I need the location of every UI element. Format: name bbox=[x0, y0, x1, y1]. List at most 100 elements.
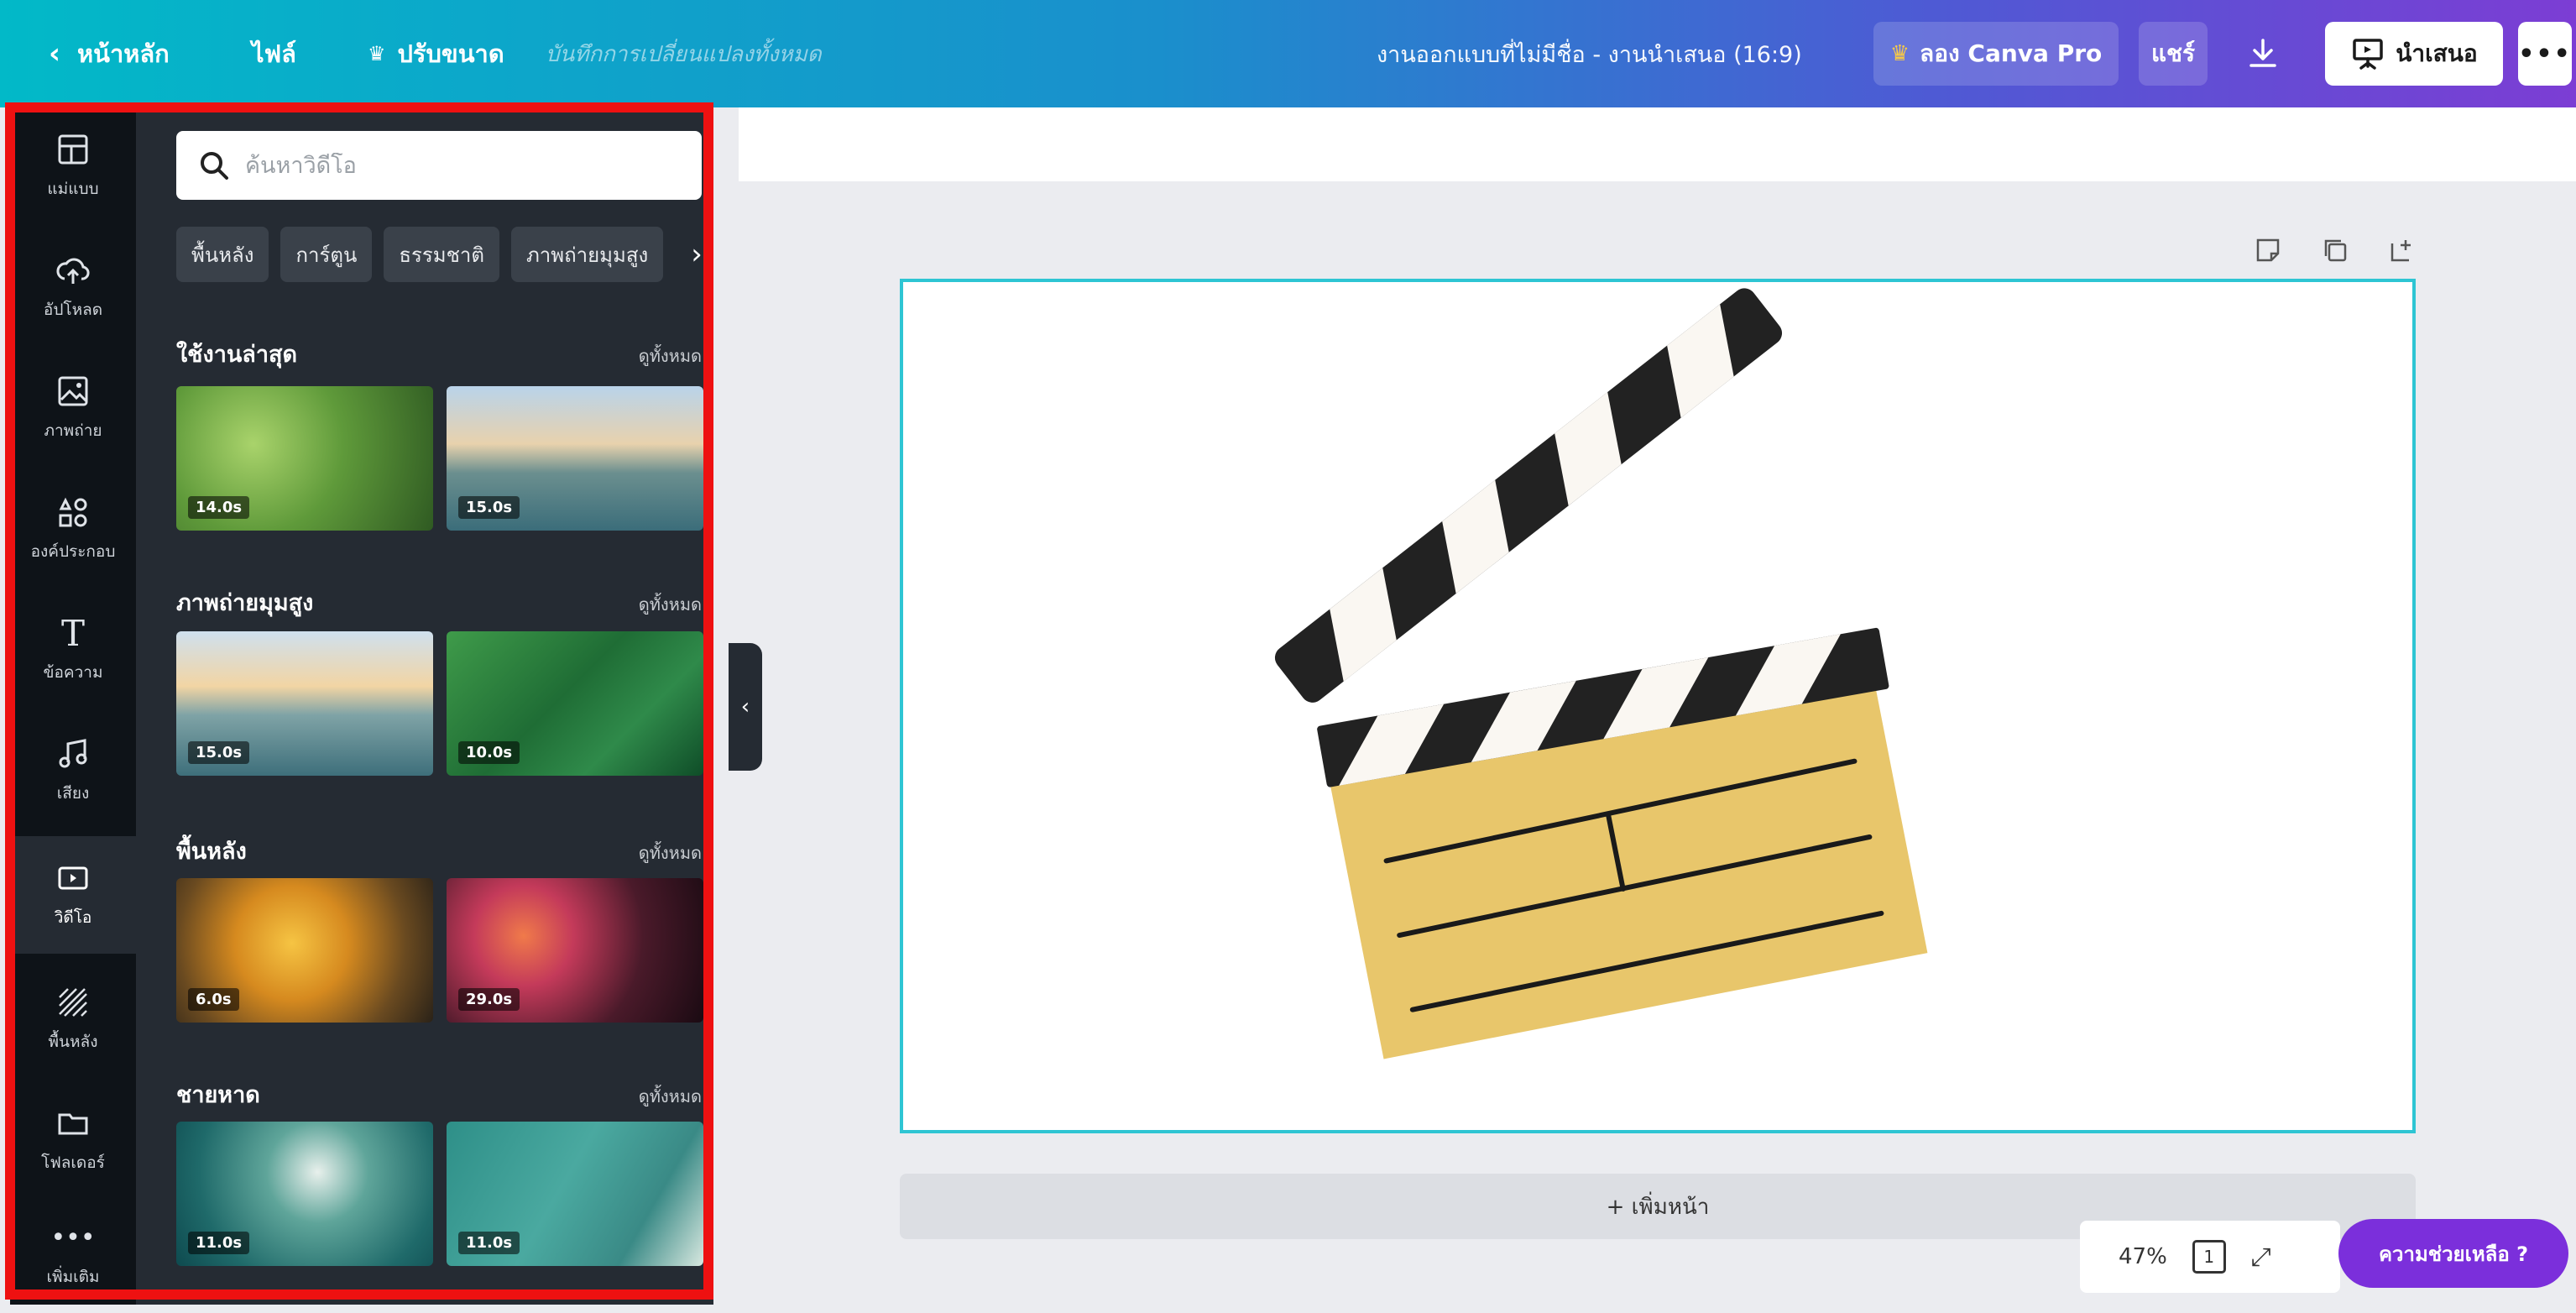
chip-cartoon[interactable]: การ์ตูน bbox=[280, 227, 373, 282]
music-icon bbox=[55, 735, 91, 772]
resize-button[interactable]: ♛ ปรับขนาด bbox=[368, 30, 504, 77]
page-tools bbox=[2251, 233, 2419, 267]
video-thumbnail[interactable]: 15.0s bbox=[176, 631, 433, 776]
sidebar-item-label: พื้นหลัง bbox=[48, 1033, 98, 1051]
sidebar-item-audio[interactable]: เสียง bbox=[10, 712, 136, 829]
help-label: ความช่วยเหลือ ? bbox=[2378, 1242, 2529, 1266]
share-button[interactable]: แชร์ bbox=[2139, 22, 2208, 86]
chevron-left-icon: ‹ bbox=[49, 37, 61, 71]
video-thumbnail[interactable]: 29.0s bbox=[447, 878, 703, 1023]
sidebar-item-label: องค์ประกอบ bbox=[30, 542, 116, 561]
more-options-button[interactable]: ••• bbox=[2518, 22, 2572, 86]
video-thumbnail[interactable]: 14.0s bbox=[176, 386, 433, 531]
upload-icon bbox=[55, 252, 91, 289]
video-thumbnail[interactable]: 11.0s bbox=[447, 1122, 703, 1266]
video-duration: 15.0s bbox=[188, 741, 250, 764]
sidebar-item-label: ภาพถ่าย bbox=[44, 421, 102, 440]
note-icon bbox=[2256, 238, 2280, 262]
sidebar-item-label: วิดีโอ bbox=[54, 908, 92, 927]
video-thumbnail[interactable]: 10.0s bbox=[447, 631, 703, 776]
video-thumbnail[interactable]: 15.0s bbox=[447, 386, 703, 531]
video-duration: 15.0s bbox=[458, 496, 520, 519]
home-button[interactable]: ‹ หน้าหลัก bbox=[49, 30, 170, 77]
resize-label: ปรับขนาด bbox=[397, 39, 504, 68]
collapse-panel-button[interactable]: ‹ bbox=[729, 643, 762, 771]
zoom-controls: 47% 1 ⤢ bbox=[2080, 1221, 2340, 1293]
duplicate-icon bbox=[2324, 239, 2347, 262]
text-icon: T bbox=[60, 612, 85, 654]
chevron-left-icon: ‹ bbox=[740, 694, 750, 719]
video-icon bbox=[55, 860, 91, 897]
folder-icon bbox=[55, 1105, 91, 1142]
video-duration: 11.0s bbox=[458, 1232, 520, 1254]
sidebar-item-more[interactable]: ••• เพิ่มเติม bbox=[10, 1195, 136, 1313]
search-input[interactable] bbox=[245, 152, 682, 179]
see-all-link[interactable]: ดูทั้งหมด bbox=[639, 591, 702, 618]
sidebar-item-elements[interactable]: องค์ประกอบ bbox=[10, 470, 136, 588]
add-page-icon bbox=[2391, 240, 2411, 262]
page-count: 1 bbox=[2203, 1247, 2215, 1267]
clapperboard-illustration[interactable] bbox=[903, 282, 2412, 1130]
download-icon bbox=[2249, 39, 2276, 67]
video-duration: 14.0s bbox=[188, 496, 250, 519]
sidebar-item-uploads[interactable]: อัปโหลด bbox=[10, 228, 136, 346]
add-page-icon-button[interactable] bbox=[2385, 233, 2419, 267]
video-duration: 10.0s bbox=[458, 741, 520, 764]
video-duration: 29.0s bbox=[458, 988, 520, 1011]
download-button[interactable] bbox=[2236, 22, 2290, 86]
sidebar-item-background[interactable]: พื้นหลัง bbox=[10, 960, 136, 1078]
duplicate-page-button[interactable] bbox=[2318, 233, 2352, 267]
template-icon bbox=[55, 131, 91, 168]
sidebar-rail: แม่แบบ อัปโหลด ภาพถ่าย องค์ประกอบ T ข้อค… bbox=[10, 107, 136, 1305]
page-notes-button[interactable] bbox=[2251, 233, 2285, 267]
top-bar: ‹ หน้าหลัก ไฟล์ ♛ ปรับขนาด บันทึกการเปลี… bbox=[0, 0, 2576, 107]
crown-icon: ♛ bbox=[1889, 41, 1910, 66]
document-title[interactable]: งานออกแบบที่ไม่มีชื่อ - งานนำเสนอ (16:9) bbox=[1377, 30, 1802, 77]
zoom-level[interactable]: 47% bbox=[2119, 1244, 2167, 1269]
present-button[interactable]: นำเสนอ bbox=[2325, 22, 2503, 86]
see-all-link[interactable]: ดูทั้งหมด bbox=[639, 343, 702, 369]
sidebar-item-label: แม่แบบ bbox=[47, 180, 99, 198]
home-label: หน้าหลัก bbox=[77, 39, 170, 68]
sidebar-item-text[interactable]: T ข้อความ bbox=[10, 591, 136, 709]
background-icon bbox=[55, 984, 91, 1021]
fullscreen-icon[interactable]: ⤢ bbox=[2251, 1242, 2271, 1272]
category-chips: พื้นหลัง การ์ตูน ธรรมชาติ ภาพถ่ายมุมสูง bbox=[176, 227, 713, 282]
try-pro-button[interactable]: ♛ ลอง Canva Pro bbox=[1873, 22, 2119, 86]
section-title: ชายหาด bbox=[176, 1082, 260, 1108]
sidebar-item-folders[interactable]: โฟลเดอร์ bbox=[10, 1081, 136, 1199]
video-thumbnail[interactable]: 11.0s bbox=[176, 1122, 433, 1266]
save-status: บันทึกการเปลี่ยนแปลงทั้งหมด bbox=[546, 41, 822, 67]
share-label: แชร์ bbox=[2150, 39, 2196, 67]
search-box[interactable] bbox=[176, 131, 702, 200]
sidebar-item-label: ข้อความ bbox=[43, 663, 103, 682]
try-pro-label: ลอง Canva Pro bbox=[1920, 39, 2103, 67]
sidebar-item-video[interactable]: วิดีโอ bbox=[10, 836, 136, 954]
video-panel: พื้นหลัง การ์ตูน ธรรมชาติ ภาพถ่ายมุมสูง … bbox=[136, 107, 713, 1305]
sidebar-item-photos[interactable]: ภาพถ่าย bbox=[10, 349, 136, 467]
section-title: พื้นหลัง bbox=[176, 839, 247, 865]
file-menu-button[interactable]: ไฟล์ bbox=[252, 30, 296, 77]
see-all-link[interactable]: ดูทั้งหมด bbox=[639, 1083, 702, 1110]
chevron-right-icon[interactable]: › bbox=[680, 227, 713, 282]
section-title: ภาพถ่ายมุมสูง bbox=[176, 590, 314, 616]
chip-nature[interactable]: ธรรมชาติ bbox=[384, 227, 499, 282]
chip-background[interactable]: พื้นหลัง bbox=[176, 227, 269, 282]
page-count-button[interactable]: 1 bbox=[2192, 1240, 2226, 1274]
more-icon: ••• bbox=[50, 1222, 96, 1253]
section-title: ใช้งานล่าสุด bbox=[176, 342, 298, 368]
sidebar-item-label: เพิ่มเติม bbox=[46, 1268, 100, 1286]
present-label: นำเสนอ bbox=[2396, 39, 2478, 67]
video-thumbnail[interactable]: 6.0s bbox=[176, 878, 433, 1023]
elements-icon bbox=[55, 494, 91, 531]
crown-icon: ♛ bbox=[368, 42, 386, 65]
sidebar-item-label: โฟลเดอร์ bbox=[41, 1153, 105, 1172]
help-button[interactable]: ความช่วยเหลือ ? bbox=[2338, 1219, 2568, 1288]
photo-icon bbox=[55, 373, 91, 410]
chip-aerial[interactable]: ภาพถ่ายมุมสูง bbox=[510, 227, 664, 282]
search-icon bbox=[201, 152, 228, 180]
sidebar-item-templates[interactable]: แม่แบบ bbox=[10, 107, 136, 225]
see-all-link[interactable]: ดูทั้งหมด bbox=[639, 840, 702, 866]
presentation-slide[interactable] bbox=[900, 279, 2416, 1133]
video-duration: 6.0s bbox=[188, 988, 239, 1011]
